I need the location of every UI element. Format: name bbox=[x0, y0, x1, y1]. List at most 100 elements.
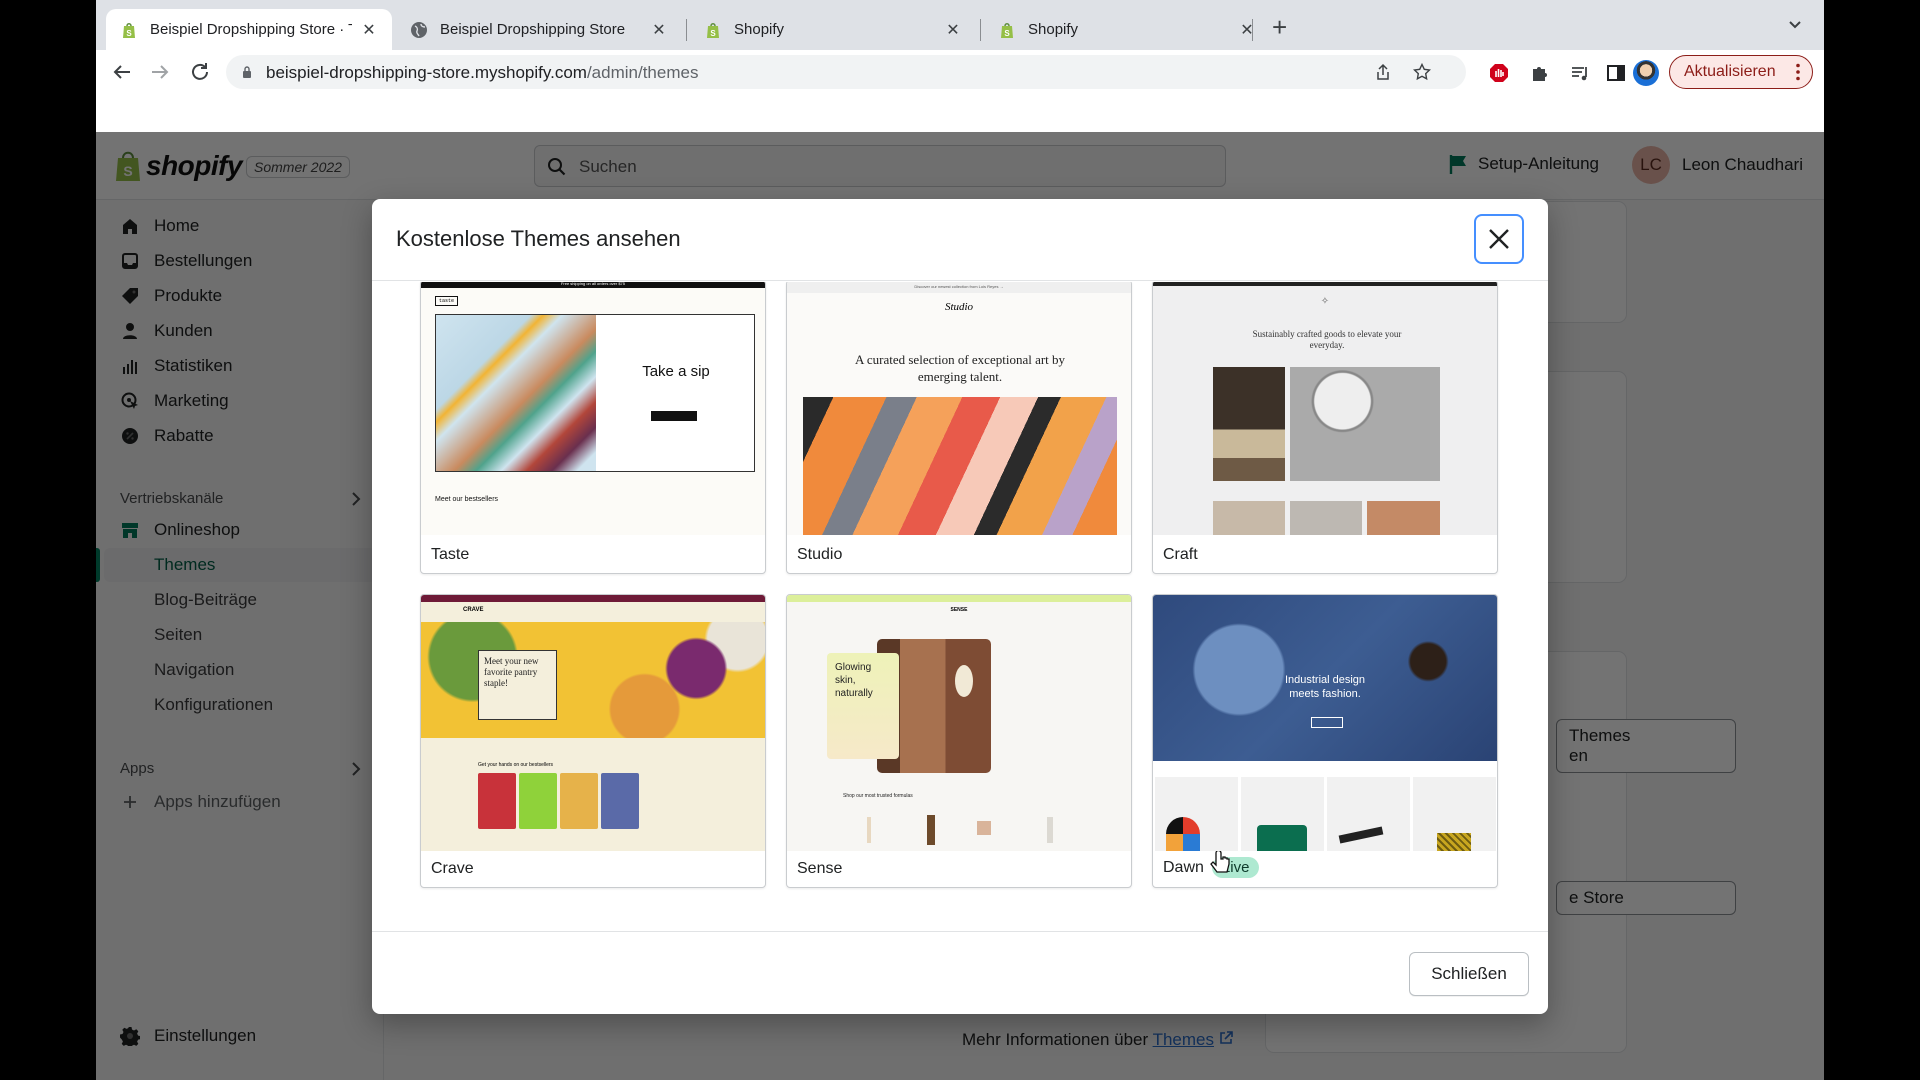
preview-banner: Discover our newest collection from Lois… bbox=[787, 282, 1131, 293]
modal-close-button[interactable] bbox=[1474, 214, 1524, 264]
tab-title: Shopify bbox=[1028, 21, 1079, 38]
close-tab-icon[interactable]: ✕ bbox=[1238, 20, 1256, 40]
preview-image bbox=[1213, 367, 1285, 481]
shopify-bag-icon: S bbox=[123, 22, 135, 38]
theme-card-crave[interactable]: CRAVE Meet your new favorite pantry stap… bbox=[420, 594, 766, 888]
svg-text:S: S bbox=[710, 29, 716, 38]
tab-themes[interactable]: S Beispiel Dropshipping Store · Themes ✕ bbox=[106, 9, 392, 50]
theme-name: Taste bbox=[431, 546, 469, 564]
preview-product bbox=[1155, 777, 1238, 851]
chevron-down-icon[interactable] bbox=[1788, 18, 1802, 32]
shopify-bag-icon: S bbox=[1001, 22, 1013, 38]
preview-cta bbox=[1311, 717, 1343, 728]
preview-product bbox=[1047, 817, 1053, 843]
tab-shopify-1[interactable]: S Shopify ✕ bbox=[690, 9, 976, 50]
theme-card-studio[interactable]: Discover our newest collection from Lois… bbox=[786, 282, 1132, 574]
preview-shoe bbox=[1338, 826, 1384, 844]
theme-name-text: Taste bbox=[431, 546, 470, 563]
tab-title: Beispiel Dropshipping Store bbox=[440, 21, 626, 38]
extensions-puzzle-icon[interactable] bbox=[1530, 63, 1550, 83]
preview-image bbox=[1290, 501, 1362, 535]
url-path: /admin/themes bbox=[586, 63, 699, 82]
tab-separator bbox=[686, 19, 687, 41]
preview-product bbox=[519, 773, 557, 829]
reading-list-icon[interactable] bbox=[1570, 63, 1590, 83]
preview-image bbox=[803, 397, 1117, 535]
theme-card-sense[interactable]: SENSE Glowing skin, naturally Shop our m… bbox=[786, 594, 1132, 888]
more-vert-icon[interactable] bbox=[1796, 63, 1800, 81]
preview-hero: Take a sip bbox=[435, 314, 755, 472]
preview-bag bbox=[1257, 825, 1307, 851]
preview-bag bbox=[1437, 833, 1471, 851]
tab-separator bbox=[1252, 19, 1253, 41]
preview-banner bbox=[1153, 282, 1497, 286]
address-bar[interactable]: beispiel-dropshipping-store.myshopify.co… bbox=[226, 55, 1466, 89]
theme-name-text: Dawn bbox=[1163, 858, 1204, 876]
preview-banner bbox=[787, 595, 1131, 602]
url-host: beispiel-dropshipping-store.myshopify.co… bbox=[266, 63, 587, 82]
preview-logo: CRAVE bbox=[463, 607, 484, 613]
globe-icon bbox=[411, 21, 427, 38]
preview-headline: A curated selection of exceptional art b… bbox=[854, 352, 1066, 384]
free-themes-modal: Kostenlose Themes ansehen Free shipping … bbox=[372, 199, 1548, 1014]
share-icon[interactable] bbox=[1374, 63, 1392, 81]
preview-banner: Free shipping on all orders over $75 bbox=[421, 282, 765, 288]
update-label: Aktualisieren bbox=[1684, 63, 1776, 80]
theme-card-dawn[interactable]: Industrial design meets fashion. Dawn Li… bbox=[1152, 594, 1498, 888]
theme-name-text: Crave bbox=[431, 860, 474, 877]
new-tab-button[interactable]: + bbox=[1272, 14, 1287, 40]
theme-card-craft[interactable]: ✧ Sustainably crafted goods to elevate y… bbox=[1152, 282, 1498, 574]
shopify-bag-icon: S bbox=[707, 22, 719, 38]
tab-strip: S Beispiel Dropshipping Store · Themes ✕… bbox=[96, 0, 1824, 50]
back-icon[interactable] bbox=[110, 60, 134, 84]
tab-shopify-2[interactable]: S Shopify ✕ bbox=[984, 9, 1270, 50]
preview-product bbox=[478, 773, 516, 829]
url-text: beispiel-dropshipping-store.myshopify.co… bbox=[266, 63, 698, 83]
side-panel-icon[interactable] bbox=[1606, 63, 1626, 83]
bookmark-star-icon[interactable] bbox=[1413, 63, 1431, 81]
theme-name-text: Sense bbox=[797, 860, 843, 877]
preview-product bbox=[867, 817, 871, 843]
theme-preview: Discover our newest collection from Lois… bbox=[787, 282, 1131, 535]
preview-product bbox=[1327, 777, 1410, 851]
theme-preview: Free shipping on all orders over $75 tas… bbox=[421, 282, 765, 535]
preview-headline: Take a sip bbox=[642, 363, 710, 380]
svg-text:S: S bbox=[126, 29, 132, 38]
hand-cursor-icon bbox=[1210, 851, 1230, 873]
theme-preview: ✧ Sustainably crafted goods to elevate y… bbox=[1153, 282, 1497, 535]
preview-product bbox=[927, 815, 935, 845]
tab-title: Beispiel Dropshipping Store · Themes bbox=[150, 21, 352, 38]
close-tab-icon[interactable]: ✕ bbox=[944, 20, 962, 40]
theme-name-text: Craft bbox=[1163, 546, 1198, 563]
preview-product bbox=[560, 773, 598, 829]
preview-product bbox=[1241, 777, 1324, 851]
profile-avatar[interactable] bbox=[1633, 60, 1659, 86]
preview-headline: Industrial design meets fashion. bbox=[1284, 674, 1366, 700]
modal-footer: Schließen bbox=[372, 931, 1548, 1014]
theme-name: Sense bbox=[797, 860, 842, 878]
close-icon bbox=[1489, 229, 1509, 249]
theme-preview: Industrial design meets fashion. bbox=[1153, 595, 1497, 851]
theme-card-taste[interactable]: Free shipping on all orders over $75 tas… bbox=[420, 282, 766, 574]
preview-logo: Studio bbox=[944, 301, 974, 313]
close-tab-icon[interactable]: ✕ bbox=[360, 20, 378, 40]
close-tab-icon[interactable]: ✕ bbox=[650, 20, 668, 40]
preview-section-title: Meet our bestsellers bbox=[435, 496, 499, 503]
preview-image bbox=[421, 622, 765, 738]
preview-image bbox=[1213, 501, 1285, 535]
adblock-icon[interactable] bbox=[1489, 63, 1509, 83]
forward-icon[interactable] bbox=[148, 60, 172, 84]
theme-preview: CRAVE Meet your new favorite pantry stap… bbox=[421, 595, 765, 851]
theme-gallery[interactable]: Free shipping on all orders over $75 tas… bbox=[372, 282, 1548, 930]
preview-banner bbox=[421, 595, 765, 602]
tab-store[interactable]: Beispiel Dropshipping Store ✕ bbox=[396, 9, 682, 50]
preview-cta bbox=[651, 411, 697, 421]
reload-icon[interactable] bbox=[188, 60, 212, 84]
close-button[interactable]: Schließen bbox=[1409, 952, 1529, 996]
update-button[interactable]: Aktualisieren bbox=[1669, 55, 1813, 89]
theme-name: Craft bbox=[1163, 546, 1198, 564]
preview-headline: Meet your new favorite pantry staple! bbox=[478, 650, 557, 720]
browser-toolbar: beispiel-dropshipping-store.myshopify.co… bbox=[96, 50, 1824, 94]
preview-section-title: Shop our most trusted formulas bbox=[843, 793, 913, 799]
preview-product bbox=[977, 821, 991, 835]
